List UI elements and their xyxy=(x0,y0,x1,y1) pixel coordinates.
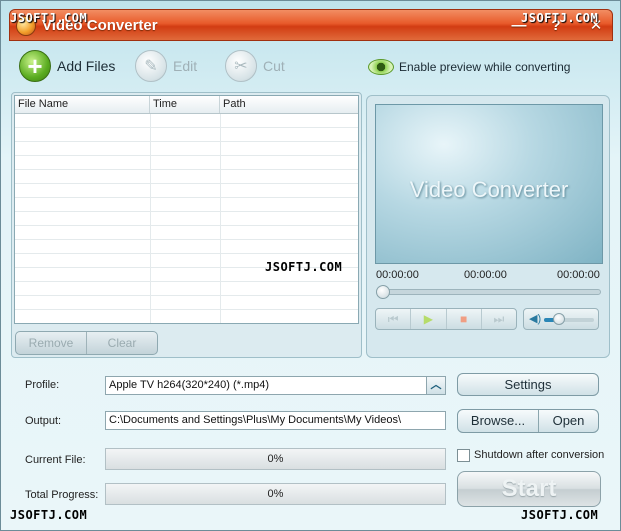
time-end: 00:00:00 xyxy=(557,269,600,281)
shutdown-label: Shutdown after conversion xyxy=(474,449,605,461)
seek-slider-knob[interactable] xyxy=(376,285,390,299)
remove-button[interactable]: Remove xyxy=(16,332,86,354)
shutdown-option[interactable]: Shutdown after conversion xyxy=(457,447,604,463)
profile-select[interactable]: Apple TV h264(320*240) (*.mp4) ︿ xyxy=(105,376,446,395)
column-header-file-name[interactable]: File Name xyxy=(15,96,150,113)
seek-slider[interactable] xyxy=(376,285,601,299)
watermark-bottom-right: JSOFTJ.COM xyxy=(521,508,599,522)
list-action-buttons: Remove Clear xyxy=(15,331,158,355)
enable-preview-toggle[interactable]: Enable preview while converting xyxy=(368,57,570,77)
total-progress-text: 0% xyxy=(267,488,284,500)
clear-button[interactable]: Clear xyxy=(86,332,157,354)
shutdown-checkbox[interactable] xyxy=(457,448,470,462)
edit-icon: ✎ xyxy=(135,50,167,82)
total-progress-label: Total Progress: xyxy=(25,489,99,501)
previous-icon[interactable]: ⏮ xyxy=(376,309,410,329)
playback-controls: ⏮ ▶ ■ ⏭ xyxy=(375,308,517,330)
current-file-label: Current File: xyxy=(25,454,86,466)
file-list-panel: File Name Time Path Remove Clear xyxy=(11,92,362,358)
add-files-label: Add Files xyxy=(57,58,116,74)
start-button[interactable]: Start xyxy=(457,471,601,507)
current-file-progress: 0% xyxy=(105,448,446,470)
watermark-top-left: JSOFTJ.COM xyxy=(10,11,88,25)
open-button[interactable]: Open xyxy=(538,410,598,432)
column-header-time[interactable]: Time xyxy=(150,96,220,113)
profile-value: Apple TV h264(320*240) (*.mp4) xyxy=(109,379,270,391)
toolbar: + Add Files ✎ Edit ✂ Cut Enable preview … xyxy=(11,45,611,89)
current-file-progress-text: 0% xyxy=(267,453,284,465)
volume-control[interactable]: ◀) xyxy=(523,308,599,330)
time-current: 00:00:00 xyxy=(464,269,507,281)
preview-panel: Video Converter 00:00:00 00:00:00 00:00:… xyxy=(366,95,610,358)
play-icon[interactable]: ▶ xyxy=(410,309,445,329)
eye-icon xyxy=(368,59,394,75)
next-icon[interactable]: ⏭ xyxy=(480,309,516,329)
file-list-header: File Name Time Path xyxy=(15,96,358,114)
output-path-field[interactable]: C:\Documents and Settings\Plus\My Docume… xyxy=(105,411,446,430)
chevron-up-icon[interactable]: ︿ xyxy=(426,377,445,394)
volume-knob[interactable] xyxy=(553,313,565,325)
add-files-button[interactable]: + Add Files xyxy=(19,49,115,83)
preview-screen-title: Video Converter xyxy=(409,177,569,202)
settings-button[interactable]: Settings xyxy=(457,373,599,396)
column-header-path[interactable]: Path xyxy=(220,96,358,113)
cut-button[interactable]: ✂ Cut xyxy=(225,49,285,83)
preview-screen: Video Converter xyxy=(375,104,603,264)
watermark-bottom-left: JSOFTJ.COM xyxy=(10,508,88,522)
scissors-icon: ✂ xyxy=(225,50,257,82)
edit-button[interactable]: ✎ Edit xyxy=(135,49,197,83)
total-progress-bar: 0% xyxy=(105,483,446,505)
file-list[interactable]: File Name Time Path xyxy=(14,95,359,324)
enable-preview-label: Enable preview while converting xyxy=(399,60,571,74)
plus-icon: + xyxy=(19,50,51,82)
app-window: Video Converter — ? ✕ + Add Files ✎ Edit… xyxy=(0,0,621,531)
cut-label: Cut xyxy=(263,58,285,74)
output-label: Output: xyxy=(25,415,62,427)
watermark-center: JSOFTJ.COM xyxy=(265,260,343,274)
volume-track[interactable] xyxy=(544,318,594,322)
time-start: 00:00:00 xyxy=(376,269,419,281)
output-buttons: Browse... Open xyxy=(457,409,599,433)
file-list-body[interactable] xyxy=(15,114,358,323)
browse-button[interactable]: Browse... xyxy=(458,410,538,432)
stop-icon[interactable]: ■ xyxy=(445,309,481,329)
speaker-icon[interactable]: ◀) xyxy=(529,312,541,325)
edit-label: Edit xyxy=(173,58,198,74)
watermark-top-right: JSOFTJ.COM xyxy=(521,11,599,25)
profile-label: Profile: xyxy=(25,379,60,391)
